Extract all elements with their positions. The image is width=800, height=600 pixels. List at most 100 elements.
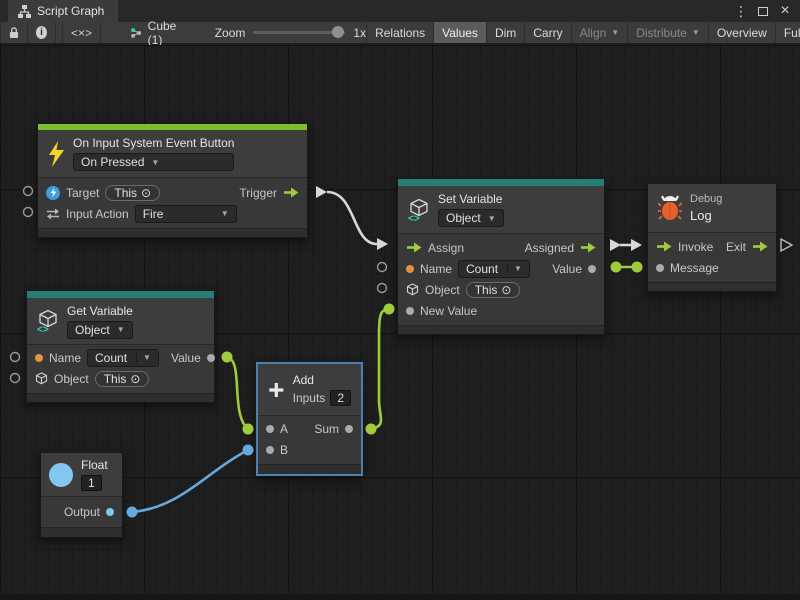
- node-footer: [38, 228, 307, 237]
- plus-icon: [268, 377, 285, 403]
- invoke-input-port[interactable]: [656, 241, 672, 252]
- output-port[interactable]: [106, 508, 114, 516]
- assigned-label: Assigned: [525, 241, 574, 255]
- close-icon[interactable]: ×: [776, 2, 794, 20]
- overview-button[interactable]: Overview: [709, 22, 776, 43]
- lock-button[interactable]: [0, 22, 28, 43]
- toolbar-right-group: Relations Values Dim Carry Align ▼ Distr…: [366, 22, 800, 43]
- assigned-output-port[interactable]: [580, 242, 596, 253]
- new-value-input-port[interactable]: [406, 307, 414, 315]
- a-label: A: [280, 422, 288, 436]
- object-value: This: [475, 283, 498, 297]
- variable-name-dropdown[interactable]: Count ▼: [458, 260, 530, 278]
- node-add[interactable]: Add Inputs 2 A Sum B: [256, 362, 363, 476]
- inputs-label: Inputs: [293, 391, 326, 405]
- node-float[interactable]: Float 1 Output: [40, 452, 123, 538]
- maximize-icon[interactable]: [754, 2, 772, 20]
- object-row: Object This ⊙: [398, 279, 604, 300]
- target-picker-icon: ⊙: [130, 372, 140, 386]
- object-cube-icon: [406, 283, 419, 296]
- target-value: This: [114, 186, 137, 200]
- code-view-button[interactable]: <×>: [62, 22, 101, 43]
- value-output-port[interactable]: [588, 265, 596, 273]
- distribute-label: Distribute: [636, 26, 687, 40]
- input-action-label: Input Action: [66, 207, 129, 221]
- fullscreen-button[interactable]: Full Screen: [776, 22, 800, 43]
- lock-icon: [9, 26, 19, 39]
- value-output-port[interactable]: [207, 354, 215, 362]
- exit-label: Exit: [726, 240, 746, 254]
- menu-icon[interactable]: ⋮: [732, 2, 750, 20]
- graph-context-icon: [131, 26, 142, 40]
- b-label: B: [280, 443, 288, 457]
- variable-scope-dropdown[interactable]: Object ▼: [438, 209, 504, 227]
- align-label: Align: [580, 26, 607, 40]
- toolbar: i <×> Cube (1) Zoom 1x Relations Values …: [0, 22, 800, 44]
- variable-accent-bar: [398, 179, 604, 186]
- inputs-count-field[interactable]: 2: [330, 390, 351, 406]
- name-label: Name: [420, 262, 452, 276]
- a-row: A Sum: [258, 418, 361, 439]
- window-controls: ⋮ ×: [732, 2, 800, 20]
- input-action-icon: [46, 208, 60, 220]
- target-picker-icon: ⊙: [501, 283, 511, 297]
- a-input-port[interactable]: [266, 425, 274, 433]
- object-cube-icon: [35, 372, 48, 385]
- name-row: Name Count ▼ Value: [27, 347, 214, 368]
- float-value-field[interactable]: 1: [81, 475, 102, 491]
- carry-button[interactable]: Carry: [525, 22, 571, 43]
- node-footer: [41, 527, 122, 537]
- variable-name-value: Count: [466, 262, 498, 276]
- object-label: Object: [425, 283, 460, 297]
- script-graph-window: Script Graph ⋮ × i <×> Cube (1): [0, 0, 800, 600]
- tab-script-graph[interactable]: Script Graph: [8, 0, 118, 22]
- output-label: Output: [64, 505, 100, 519]
- object-chip[interactable]: This ⊙: [95, 371, 150, 387]
- zoom-slider[interactable]: [253, 31, 345, 34]
- assign-input-port[interactable]: [406, 242, 422, 253]
- sum-output-port[interactable]: [345, 425, 353, 433]
- node-on-input-system-event-button[interactable]: On Input System Event Button On Pressed …: [37, 123, 308, 238]
- info-icon: i: [36, 26, 47, 39]
- node-set-variable[interactable]: <> Set Variable Object ▼ Assign Assigned: [397, 178, 605, 335]
- node-footer: [648, 282, 776, 291]
- trigger-output-port[interactable]: [283, 187, 299, 198]
- message-input-port[interactable]: [656, 264, 664, 272]
- node-get-variable[interactable]: <> Get Variable Object ▼ Name Count ▼ Va…: [26, 290, 215, 403]
- input-action-dropdown[interactable]: Fire ▼: [135, 205, 237, 223]
- chevron-down-icon: ▼: [507, 264, 522, 273]
- values-button[interactable]: Values: [434, 22, 487, 43]
- relations-button[interactable]: Relations: [366, 22, 434, 43]
- object-label: Object: [54, 372, 89, 386]
- assign-row: Assign Assigned: [398, 237, 604, 258]
- node-debug-log[interactable]: Debug Log Invoke Exit Message: [647, 183, 777, 292]
- node-title: Log: [690, 208, 722, 223]
- zoom-slider-handle[interactable]: [332, 26, 344, 38]
- node-footer: [27, 393, 214, 402]
- output-row: Output: [41, 501, 122, 522]
- exit-output-port[interactable]: [752, 241, 768, 252]
- target-label: Target: [66, 186, 99, 200]
- info-button[interactable]: i: [28, 22, 56, 43]
- name-input-port[interactable]: [35, 354, 43, 362]
- input-system-icon: [46, 186, 60, 200]
- distribute-button[interactable]: Distribute ▼: [628, 22, 709, 43]
- float-icon: [49, 463, 73, 487]
- align-button[interactable]: Align ▼: [572, 22, 629, 43]
- trigger-label: Trigger: [239, 186, 277, 200]
- sum-label: Sum: [314, 422, 339, 436]
- target-object-chip[interactable]: This ⊙: [105, 185, 160, 201]
- dim-button[interactable]: Dim: [487, 22, 525, 43]
- b-input-port[interactable]: [266, 446, 274, 454]
- assign-label: Assign: [428, 241, 464, 255]
- event-mode-dropdown[interactable]: On Pressed ▼: [73, 153, 234, 171]
- bug-icon: [658, 195, 682, 221]
- variable-name-dropdown[interactable]: Count ▼: [87, 349, 159, 367]
- object-chip[interactable]: This ⊙: [466, 282, 521, 298]
- variable-scope-dropdown[interactable]: Object ▼: [67, 321, 133, 339]
- graph-icon: [18, 5, 31, 18]
- input-action-row: Input Action Fire ▼: [38, 203, 307, 224]
- graph-context[interactable]: Cube (1): [131, 22, 181, 43]
- message-row: Message: [648, 257, 776, 278]
- name-input-port[interactable]: [406, 265, 414, 273]
